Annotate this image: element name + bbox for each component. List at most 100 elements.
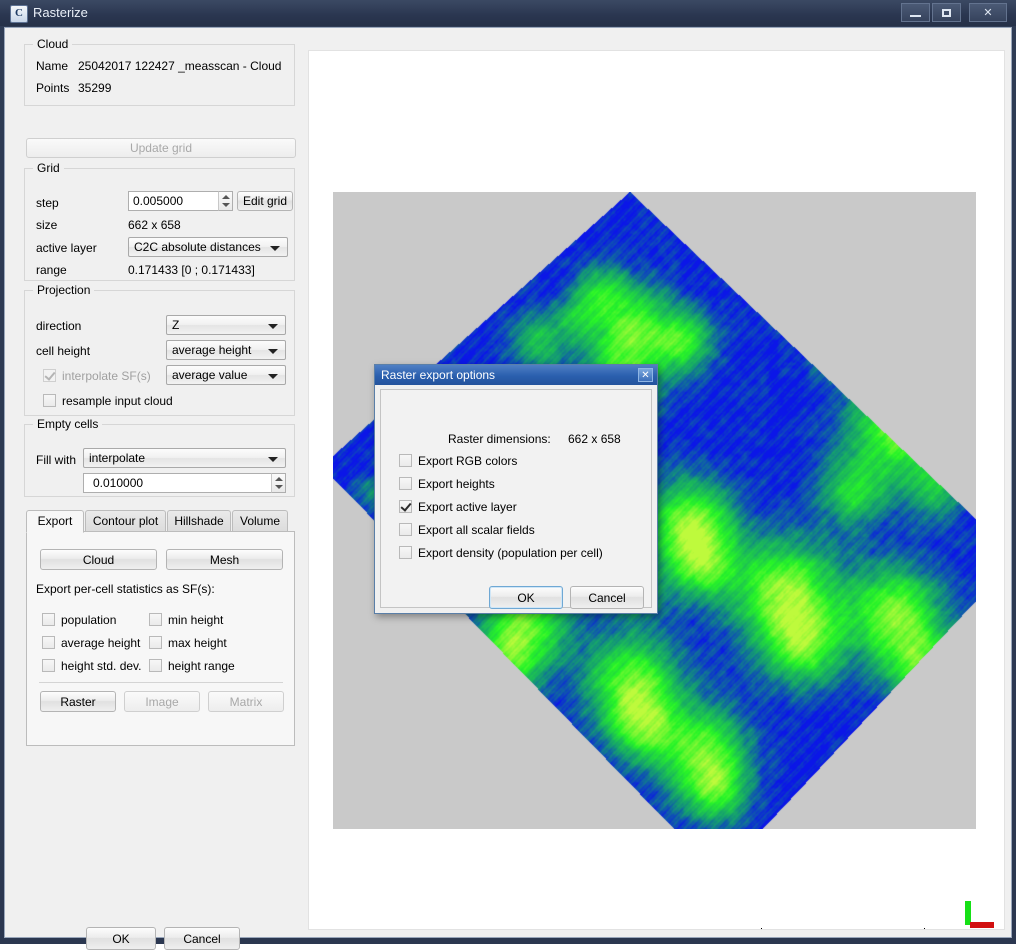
resample-input-cloud-label: resample input cloud	[62, 394, 173, 408]
export-density-checkbox[interactable]	[399, 546, 412, 559]
empty-cells-custom-spinner[interactable]	[271, 473, 286, 493]
stat-population-checkbox[interactable]	[42, 613, 55, 626]
chevron-down-icon	[268, 457, 278, 462]
tab-volume[interactable]: Volume	[232, 510, 288, 531]
tab-contour-plot[interactable]: Contour plot	[85, 510, 166, 531]
dialog-cancel-button[interactable]: Cancel	[570, 586, 644, 609]
empty-cells-group: Empty cells Fill with interpolate 0.0100…	[24, 424, 295, 497]
window-titlebar: C Rasterize ✕	[0, 0, 1016, 26]
stat-max-height-label: max height	[168, 636, 227, 650]
grid-active-layer-value: C2C absolute distances	[134, 240, 261, 254]
spinner-up-icon[interactable]	[222, 195, 230, 199]
maximize-icon	[942, 9, 951, 17]
export-rgb-colors-checkbox[interactable]	[399, 454, 412, 467]
chevron-down-icon	[268, 324, 278, 329]
per-cell-stats-label: Export per-cell statistics as SF(s):	[36, 582, 215, 596]
dialog-title: Raster export options	[381, 368, 495, 382]
projection-direction-select[interactable]: Z	[166, 315, 286, 335]
fill-with-label: Fill with	[36, 453, 76, 467]
dialog-ok-button[interactable]: OK	[489, 586, 563, 609]
stat-min-height-label: min height	[168, 613, 223, 627]
interpolate-sf-value: average value	[172, 368, 247, 382]
grid-active-layer-label: active layer	[36, 241, 97, 255]
settings-panel: Cloud Name 25042017 122427 _measscan - C…	[5, 28, 305, 937]
dialog-close-icon[interactable]: ✕	[638, 368, 653, 382]
minimize-icon	[910, 15, 921, 17]
export-all-scalar-fields-label: Export all scalar fields	[418, 523, 535, 537]
projection-cell-height-select[interactable]: average height	[166, 340, 286, 360]
update-grid-button[interactable]: Update grid	[26, 138, 296, 158]
stat-height-std-dev-label: height std. dev.	[61, 659, 142, 673]
export-all-scalar-fields-checkbox[interactable]	[399, 523, 412, 536]
chevron-down-icon	[268, 349, 278, 354]
export-heights-label: Export heights	[418, 477, 495, 491]
interpolate-sf-select[interactable]: average value	[166, 365, 286, 385]
empty-cells-custom-input[interactable]: 0.010000	[83, 473, 286, 493]
resample-input-cloud-checkbox[interactable]	[43, 394, 56, 407]
grid-active-layer-select[interactable]: C2C absolute distances	[128, 237, 288, 257]
window-title: Rasterize	[33, 5, 88, 20]
rasterize-window: C Rasterize ✕ Cloud Name 25042017 122427…	[0, 0, 1016, 944]
app-icon: C	[10, 5, 28, 23]
spinner-up-icon[interactable]	[275, 477, 283, 481]
projection-cell-height-value: average height	[172, 343, 251, 357]
fill-with-select[interactable]: interpolate	[83, 448, 286, 468]
grid-step-label: step	[36, 196, 59, 210]
grid-step-spinner[interactable]	[218, 191, 233, 211]
projection-direction-label: direction	[36, 319, 81, 333]
export-tab-panel: Cloud Mesh Export per-cell statistics as…	[26, 531, 295, 746]
stat-average-height-checkbox[interactable]	[42, 636, 55, 649]
export-active-layer-checkbox[interactable]	[399, 500, 412, 513]
stat-height-range-label: height range	[168, 659, 235, 673]
chevron-down-icon	[268, 374, 278, 379]
interpolate-sf-label: interpolate SF(s)	[62, 369, 151, 383]
projection-group: Projection direction Z cell height avera…	[24, 290, 295, 416]
close-button[interactable]: ✕	[969, 3, 1007, 22]
grid-range-value: 0.171433 [0 ; 0.171433]	[128, 263, 255, 277]
stat-height-range-checkbox[interactable]	[149, 659, 162, 672]
export-cloud-button[interactable]: Cloud	[40, 549, 157, 570]
export-rgb-colors-label: Export RGB colors	[418, 454, 517, 468]
export-raster-button[interactable]: Raster	[40, 691, 116, 712]
axis-orientation-widget	[959, 901, 995, 930]
stat-average-height-label: average height	[61, 636, 140, 650]
window-client-area: Cloud Name 25042017 122427 _measscan - C…	[4, 27, 1012, 938]
raster-dimensions-label: Raster dimensions:	[448, 432, 551, 446]
spinner-down-icon[interactable]	[222, 203, 230, 207]
cancel-button[interactable]: Cancel	[164, 927, 240, 950]
stat-population-label: population	[61, 613, 116, 627]
fill-with-value: interpolate	[89, 451, 145, 465]
raster-export-options-dialog: Raster export options ✕ Raster dimension…	[374, 364, 658, 614]
grid-group-label: Grid	[33, 161, 64, 175]
stat-height-std-dev-checkbox[interactable]	[42, 659, 55, 672]
cloud-points-label: Points	[36, 81, 69, 95]
tab-hillshade[interactable]: Hillshade	[167, 510, 231, 531]
stat-max-height-checkbox[interactable]	[149, 636, 162, 649]
grid-range-label: range	[36, 263, 67, 277]
tab-export[interactable]: Export	[26, 510, 84, 533]
interpolate-sf-checkbox[interactable]	[43, 369, 56, 382]
grid-size-value: 662 x 658	[128, 218, 181, 232]
grid-size-label: size	[36, 218, 57, 232]
minimize-button[interactable]	[901, 3, 930, 22]
ok-button[interactable]: OK	[86, 927, 156, 950]
dialog-titlebar: Raster export options ✕	[375, 365, 657, 385]
export-heights-checkbox[interactable]	[399, 477, 412, 490]
spinner-down-icon[interactable]	[275, 485, 283, 489]
stat-min-height-checkbox[interactable]	[149, 613, 162, 626]
cloud-group: Cloud Name 25042017 122427 _measscan - C…	[24, 44, 295, 106]
export-density-label: Export density (population per cell)	[418, 546, 603, 560]
export-mesh-button[interactable]: Mesh	[166, 549, 283, 570]
empty-cells-group-label: Empty cells	[33, 417, 102, 431]
dialog-body: Raster dimensions: 662 x 658 Export RGB …	[380, 389, 652, 608]
export-image-button[interactable]: Image	[124, 691, 200, 712]
export-matrix-button[interactable]: Matrix	[208, 691, 284, 712]
cloud-name-label: Name	[36, 59, 68, 73]
divider	[39, 682, 283, 683]
cloud-group-label: Cloud	[33, 37, 72, 51]
grid-group: Grid step 0.005000 Edit grid size 662 x …	[24, 168, 295, 281]
maximize-button[interactable]	[932, 3, 961, 22]
cloud-points-value: 35299	[78, 81, 111, 95]
edit-grid-button[interactable]: Edit grid	[237, 191, 293, 211]
projection-direction-value: Z	[172, 318, 179, 332]
